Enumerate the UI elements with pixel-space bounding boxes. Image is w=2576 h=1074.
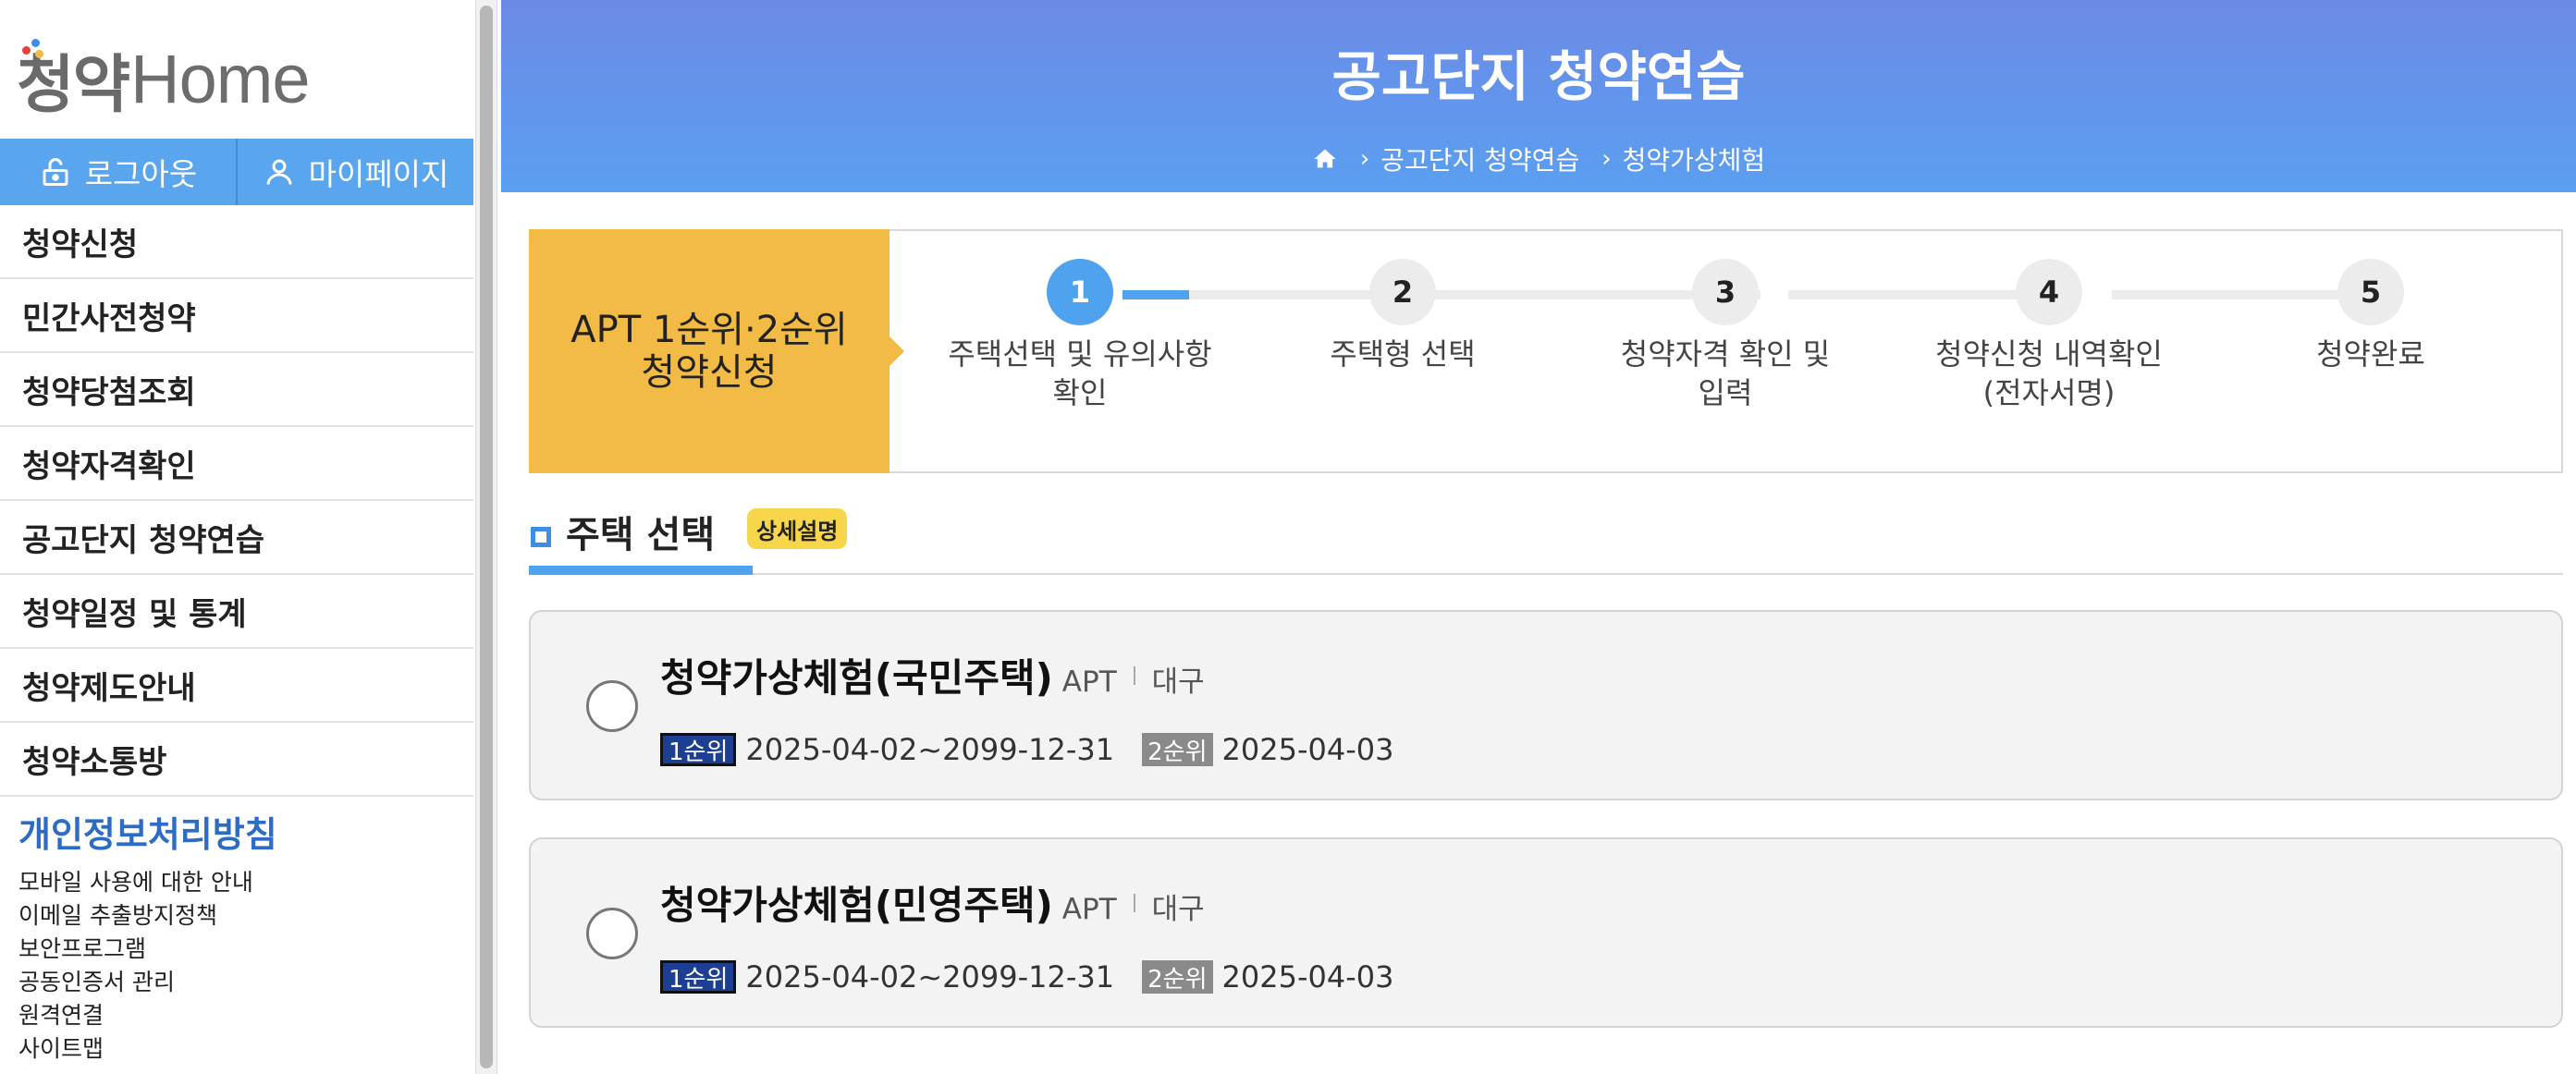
section-title-underline [529, 566, 753, 575]
house-radio-button[interactable] [586, 908, 638, 959]
house-schedule: 1순위 2025-04-02~2099-12-31 2순위 2025-04-03 [660, 959, 1394, 995]
menu-item-winner-lookup[interactable]: 청약당첨조회 [0, 353, 473, 427]
menu-item-guide[interactable]: 청약제도안내 [0, 649, 473, 723]
logo-char-2: 약 [72, 48, 131, 122]
footer-link-certificate[interactable]: 공동인증서 관리 [18, 966, 277, 999]
tag-line-2: 청약신청 [641, 351, 778, 394]
footer-link-security[interactable]: 보안프로그램 [18, 933, 277, 966]
chevron-right-icon: › [1601, 145, 1612, 173]
section-square-icon [531, 527, 551, 547]
sidebar-scrollbar[interactable] [475, 0, 497, 1074]
mypage-button[interactable]: 마이페이지 [236, 139, 473, 205]
step-1: 1 주택선택 및 유의사항 확인 [923, 259, 1237, 412]
rank1-badge: 1순위 [660, 960, 737, 994]
rank1-date: 2025-04-02~2099-12-31 [745, 732, 1115, 767]
house-radio-button[interactable] [586, 680, 638, 732]
step-number: 5 [2337, 259, 2404, 325]
footer-links: 개인정보처리방침 모바일 사용에 대한 안내 이메일 추출방지정책 보안프로그램… [18, 806, 277, 1066]
main-content: 공고단지 청약연습 › 공고단지 청약연습 › 청약가상체험 APT 1순위·2… [501, 0, 2576, 1074]
step-label: 주택선택 및 유의사항 확인 [948, 336, 1212, 410]
privacy-policy-link[interactable]: 개인정보처리방침 [18, 806, 277, 857]
house-option-card[interactable]: 청약가상체험(민영주택) APT 대구 1순위 2025-04-02~2099-… [529, 837, 2563, 1028]
tag-line-1: APT 1순위·2순위 [570, 309, 848, 351]
house-name: 청약가상체험(민영주택) [660, 883, 1053, 928]
progress-stepper: APT 1순위·2순위 청약신청 1 주택선택 및 유의사항 확인 2 주택형 선택… [529, 229, 2563, 473]
house-type: APT [1061, 893, 1117, 926]
rank1-badge: 1순위 [660, 733, 737, 766]
divider [1133, 893, 1135, 912]
house-name: 청약가상체험(국민주택) [660, 655, 1053, 701]
footer-link-remote[interactable]: 원격연결 [18, 999, 277, 1032]
main-menu: 청약신청 민간사전청약 청약당첨조회 청약자격확인 공고단지 청약연습 청약일정… [0, 205, 473, 797]
rank2-date: 2025-04-03 [1221, 732, 1394, 767]
logo-korean: 청약 [17, 33, 131, 125]
step-label: 청약완료 [2316, 336, 2425, 372]
rank2-date: 2025-04-03 [1221, 959, 1394, 995]
site-logo[interactable]: 청약 Home [17, 37, 311, 122]
step-number: 1 [1047, 259, 1113, 325]
step-2: 2 주택형 선택 [1245, 259, 1560, 373]
house-region: 대구 [1151, 665, 1205, 699]
logo-home-text: Home [130, 40, 310, 117]
menu-item-pre-subscription[interactable]: 민간사전청약 [0, 279, 473, 353]
house-title-row: 청약가상체험(민영주택) APT 대구 [660, 874, 1205, 931]
rank2-badge: 2순위 [1142, 960, 1213, 994]
house-schedule: 1순위 2025-04-02~2099-12-31 2순위 2025-04-03 [660, 732, 1394, 767]
auth-bar: 로그아웃 마이페이지 [0, 139, 473, 205]
step-4: 4 청약신청 내역확인 (전자서명) [1892, 259, 2206, 412]
page-title: 공고단지 청약연습 [1331, 45, 1746, 108]
step-5: 5 청약완료 [2214, 259, 2528, 373]
step-3: 3 청약자격 확인 및 입력 [1568, 259, 1883, 412]
house-title-row: 청약가상체험(국민주택) APT 대구 [660, 647, 1205, 703]
step-label: 주택형 선택 [1330, 336, 1476, 372]
house-option-card[interactable]: 청약가상체험(국민주택) APT 대구 1순위 2025-04-02~2099-… [529, 610, 2563, 800]
footer-link-sitemap[interactable]: 사이트맵 [18, 1032, 277, 1066]
user-icon [266, 159, 292, 185]
footer-link-mobile[interactable]: 모바일 사용에 대한 안내 [18, 866, 277, 899]
chevron-right-icon: › [1359, 145, 1370, 173]
divider [1133, 665, 1135, 685]
menu-item-schedule[interactable]: 청약일정 및 통계 [0, 575, 473, 649]
page-header: 공고단지 청약연습 › 공고단지 청약연습 › 청약가상체험 [501, 0, 2576, 192]
mypage-label: 마이페이지 [308, 156, 449, 192]
sidebar: 청약 Home 로그아웃 마이페이지 청약신청 민간사전청약 청약당첨조회 청약… [0, 0, 473, 1074]
house-region: 대구 [1151, 893, 1205, 926]
menu-item-community[interactable]: 청약소통방 [0, 723, 473, 797]
application-type-tag: APT 1순위·2순위 청약신청 [529, 229, 904, 473]
home-icon[interactable] [1312, 146, 1338, 172]
footer-link-email[interactable]: 이메일 추출방지정책 [18, 899, 277, 933]
scrollbar-thumb[interactable] [480, 6, 493, 1068]
menu-item-practice[interactable]: 공고단지 청약연습 [0, 501, 473, 575]
step-label: 청약자격 확인 및 입력 [1620, 336, 1831, 410]
step-number: 4 [2016, 259, 2082, 325]
menu-item-apply[interactable]: 청약신청 [0, 205, 473, 279]
step-number: 3 [1692, 259, 1759, 325]
step-label: 청약신청 내역확인 (전자서명) [1935, 336, 2163, 410]
house-type: APT [1061, 665, 1117, 699]
logo-dots-icon [22, 38, 44, 61]
section-header: 주택 선택 상세설명 [529, 499, 2563, 575]
section-title: 주택 선택 [566, 514, 716, 556]
breadcrumb-item-practice[interactable]: 공고단지 청약연습 [1380, 140, 1579, 177]
logout-button[interactable]: 로그아웃 [0, 139, 236, 205]
rank1-date: 2025-04-02~2099-12-31 [745, 959, 1115, 995]
step-number: 2 [1369, 259, 1436, 325]
rank2-badge: 2순위 [1142, 733, 1213, 766]
breadcrumb-item-simulation[interactable]: 청약가상체험 [1623, 140, 1766, 177]
breadcrumb: › 공고단지 청약연습 › 청약가상체험 [501, 140, 2576, 177]
unlock-icon [43, 158, 68, 186]
menu-item-eligibility[interactable]: 청약자격확인 [0, 427, 473, 501]
logout-label: 로그아웃 [84, 156, 198, 192]
detail-description-button[interactable]: 상세설명 [747, 508, 848, 549]
